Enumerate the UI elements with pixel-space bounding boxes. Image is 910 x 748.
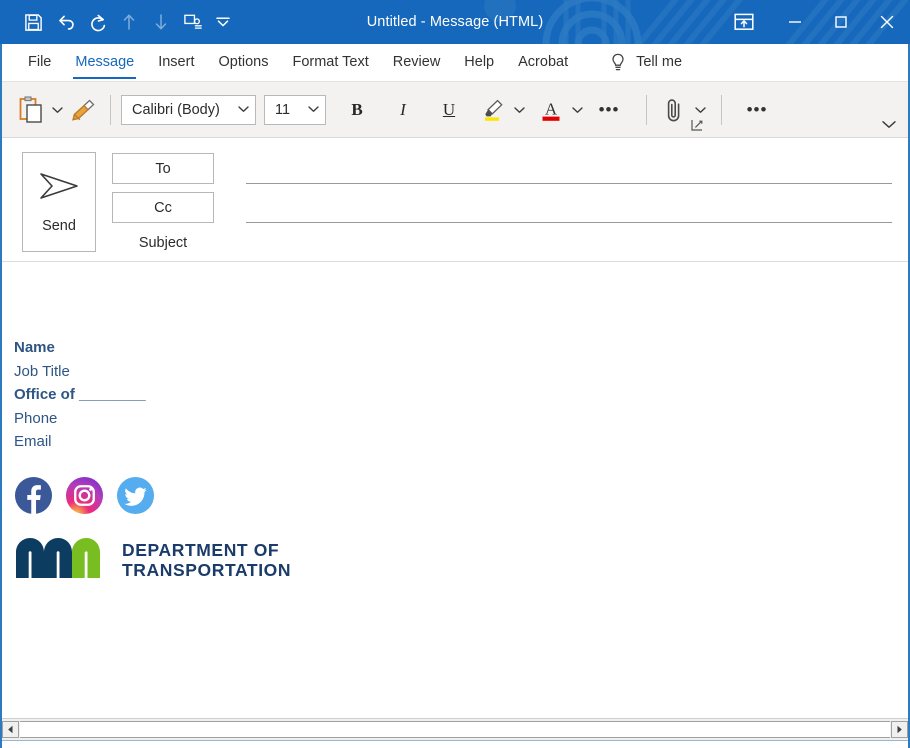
quick-access-toolbar [0, 0, 236, 44]
signature-line-job-title: Job Title [14, 360, 910, 384]
font-size-chevron-down-icon[interactable] [308, 104, 319, 116]
paperclip-icon[interactable] [657, 90, 691, 130]
paste-options-chevron-down-icon[interactable] [48, 90, 66, 130]
subject-input[interactable] [246, 232, 892, 254]
twitter-icon[interactable] [116, 476, 155, 520]
send-button[interactable]: Send [22, 152, 96, 252]
tab-acrobat[interactable]: Acrobat [506, 43, 580, 81]
font-color-chevron-down-icon[interactable] [568, 90, 586, 130]
recipient-fields: To Cc Subject [96, 152, 910, 261]
message-body-editor[interactable]: Name Job Title Office of ________ Phone … [0, 262, 910, 718]
facebook-icon[interactable] [14, 476, 53, 520]
font-family-value: Calibri (Body) [132, 102, 230, 118]
font-family-chevron-down-icon[interactable] [238, 104, 249, 116]
signature-line-email: Email [14, 430, 910, 454]
italic-button[interactable]: I [386, 93, 420, 127]
font-family-combo[interactable]: Calibri (Body) [121, 95, 256, 125]
mndot-logo-line1: DEPARTMENT OF [122, 540, 279, 560]
minimize-icon[interactable] [772, 0, 818, 44]
mndot-logo: DEPARTMENT OF TRANSPORTATION [14, 536, 910, 585]
tab-message[interactable]: Message [63, 43, 146, 81]
horizontal-scrollbar[interactable] [0, 718, 910, 740]
collapse-ribbon-chevron-down-icon[interactable] [878, 115, 900, 133]
undo-icon[interactable] [50, 7, 80, 37]
send-paper-plane-icon [38, 171, 80, 206]
text-highlight-icon[interactable] [476, 90, 510, 130]
window-controls [716, 0, 910, 44]
to-row: To [96, 152, 892, 185]
ribbon-display-options-icon[interactable] [716, 0, 772, 44]
previous-item-icon [114, 7, 144, 37]
font-size-value: 11 [275, 102, 300, 118]
tab-format-text[interactable]: Format Text [280, 43, 380, 81]
tell-me-label: Tell me [636, 54, 682, 70]
cc-input[interactable] [246, 192, 892, 223]
tab-review[interactable]: Review [381, 43, 453, 81]
scroll-left-arrow-icon[interactable] [2, 721, 19, 738]
mndot-logo-line2: TRANSPORTATION [122, 560, 291, 580]
tab-help[interactable]: Help [452, 43, 506, 81]
signature-line-name: Name [14, 336, 910, 360]
maximize-icon[interactable] [818, 0, 864, 44]
svg-text:A: A [545, 99, 558, 118]
more-commands-button[interactable]: ••• [742, 101, 772, 118]
to-button[interactable]: To [112, 153, 214, 184]
compose-header: Send To Cc Subject [0, 138, 910, 262]
title-bar: Untitled - Message (HTML) [0, 0, 910, 44]
scrollbar-track[interactable] [20, 721, 890, 738]
save-icon[interactable] [18, 7, 48, 37]
underline-button[interactable]: U [432, 93, 466, 127]
cc-row: Cc [96, 191, 892, 224]
highlight-chevron-down-icon[interactable] [510, 90, 528, 130]
signature-line-phone: Phone [14, 407, 910, 431]
format-painter-icon[interactable] [66, 90, 100, 130]
outlook-compose-window: Untitled - Message (HTML) File Message I… [0, 0, 910, 748]
bold-button[interactable]: B [340, 93, 374, 127]
send-button-label: Send [42, 218, 76, 234]
redo-icon[interactable] [82, 7, 112, 37]
social-links-row [14, 476, 910, 520]
instagram-icon[interactable] [65, 476, 104, 520]
mndot-logo-mark [16, 538, 100, 578]
touch-mouse-mode-icon[interactable] [178, 7, 208, 37]
status-bar-sliver [0, 740, 910, 748]
more-basic-text-commands-button[interactable]: ••• [594, 101, 624, 118]
ribbon-separator-3 [721, 95, 722, 125]
paste-icon[interactable] [14, 90, 48, 130]
customize-quick-access-toolbar-icon[interactable] [210, 7, 236, 37]
cc-button[interactable]: Cc [112, 192, 214, 223]
scroll-right-arrow-icon[interactable] [891, 721, 908, 738]
to-input[interactable] [246, 153, 892, 184]
message-body-region: Name Job Title Office of ________ Phone … [0, 262, 910, 748]
font-color-icon[interactable]: A [534, 90, 568, 130]
ribbon-tab-strip: File Message Insert Options Format Text … [0, 44, 910, 82]
tab-insert[interactable]: Insert [146, 43, 206, 81]
ribbon-toolbar: Calibri (Body) 11 B I U A [0, 82, 910, 138]
send-button-wrap: Send [0, 152, 96, 261]
font-size-combo[interactable]: 11 [264, 95, 326, 125]
ribbon-separator-2 [646, 95, 647, 125]
tab-file[interactable]: File [16, 43, 63, 81]
next-item-icon [146, 7, 176, 37]
tab-options[interactable]: Options [206, 43, 280, 81]
close-icon[interactable] [864, 0, 910, 44]
signature-line-office: Office of ________ [14, 383, 910, 407]
subject-row: Subject [96, 230, 892, 256]
tell-me-search[interactable]: Tell me [598, 43, 694, 81]
lightbulb-icon [610, 53, 626, 72]
dialog-launcher-icon[interactable] [690, 118, 704, 132]
ribbon-separator-1 [110, 95, 111, 125]
subject-label: Subject [112, 235, 214, 251]
